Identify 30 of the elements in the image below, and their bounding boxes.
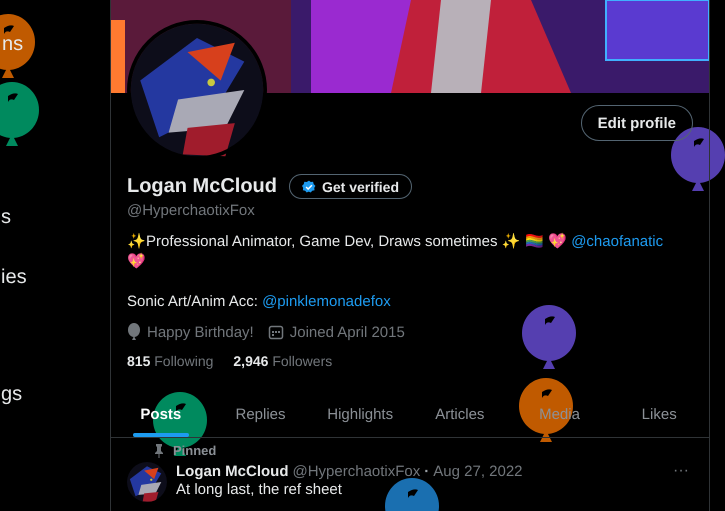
separator-dot: · <box>424 462 430 480</box>
nav-item[interactable]: ies <box>1 266 27 289</box>
profile-handle: @HyperchaotixFox <box>127 202 256 219</box>
profile-tab[interactable]: Replies <box>210 391 310 437</box>
pin-icon <box>153 444 165 458</box>
profile-meta-text: Joined April 2015 <box>290 324 405 340</box>
more-button[interactable]: ··· <box>669 462 693 480</box>
calendar-icon <box>268 324 284 340</box>
mention-link[interactable]: @chaofanatic <box>571 233 664 250</box>
verified-badge-icon <box>302 180 316 194</box>
bio-text: ✨Professional Animator, Game Dev, Draws sometimes ✨ 🏳‍🌈 💖 @chaofanatic <box>127 232 664 252</box>
profile-tab[interactable]: Highlights <box>310 391 410 437</box>
profile-tab[interactable]: Posts <box>111 391 211 437</box>
profile-tab[interactable]: Articles <box>410 391 510 437</box>
get-verified-button[interactable]: Get verified <box>288 174 412 199</box>
profile-meta-text: Happy Birthday! <box>147 324 254 340</box>
follow-stat-link[interactable]: 815 Following <box>127 353 214 369</box>
mention-link[interactable]: @pinklemonadefox <box>262 293 391 310</box>
bio-text: 💖 <box>127 252 147 272</box>
post-handle: @HyperchaotixFox <box>292 462 420 480</box>
post-author: Logan McCloud <box>176 462 288 480</box>
nav-item[interactable]: gs <box>1 383 22 406</box>
bio-text: Sonic Art/Anim Acc: @pinklemonadefox <box>127 292 392 312</box>
nav-item[interactable]: s <box>1 206 11 229</box>
balloon-icon <box>127 323 141 341</box>
profile-tab[interactable]: Likes <box>609 391 710 437</box>
post-date: Aug 27, 2022 <box>433 462 523 480</box>
profile-name: Logan McCloud <box>127 175 277 198</box>
post-text: At long last, the ref sheet <box>176 481 343 499</box>
follow-stat-link[interactable]: 2,946 Followers <box>233 353 332 369</box>
